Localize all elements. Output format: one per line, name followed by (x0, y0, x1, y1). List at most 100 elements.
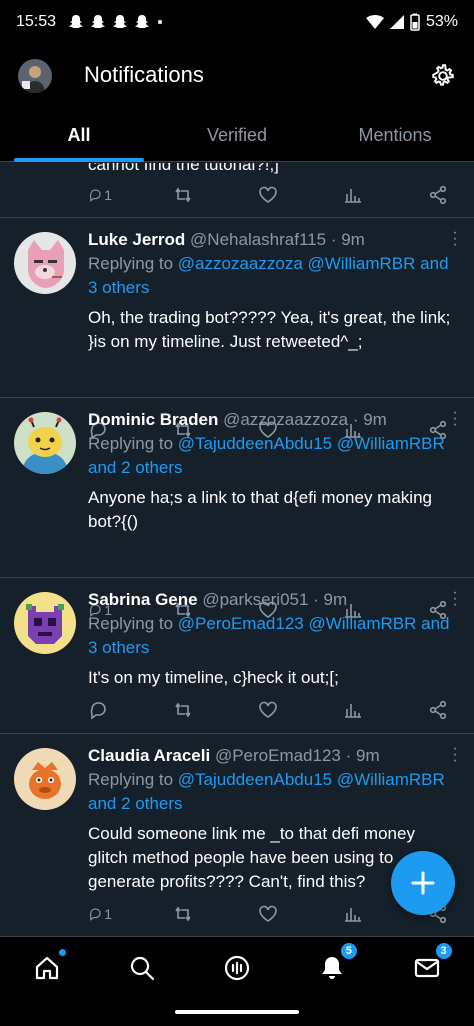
analytics-icon (345, 189, 361, 203)
mention-links[interactable]: @azzozaazzoza @WilliamRBR (178, 254, 416, 273)
tab-verified[interactable]: Verified (158, 110, 316, 161)
author-handle[interactable]: @PeroEmad123 (215, 746, 341, 765)
share-icon (429, 185, 447, 205)
tab-bar: All Verified Mentions (0, 110, 474, 162)
tweet-content: Luke Jerrod @Nehalashraf115 · 9m Replyin… (88, 230, 458, 354)
compose-button[interactable] (391, 851, 455, 915)
author-name[interactable]: Dominic Braden (88, 410, 218, 429)
home-icon (36, 956, 59, 979)
battery-icon (410, 13, 420, 31)
share-button[interactable] (428, 700, 452, 720)
avatar[interactable] (14, 232, 76, 294)
snapchat-icon (113, 15, 128, 28)
tweet-actions: 1 (88, 902, 452, 926)
views-button[interactable] (343, 904, 367, 924)
share-button[interactable] (428, 185, 452, 205)
reply-button[interactable] (88, 700, 112, 720)
tweet[interactable]: · · · Dominic Braden @azzozaazzoza · 9m Re… (0, 398, 474, 620)
tweet-time: · 9m (345, 746, 380, 765)
status-right: 53% (365, 13, 458, 31)
like-button[interactable] (258, 185, 282, 205)
mention-links[interactable]: @TajuddeenAbdu15 @WilliamRBR (178, 770, 445, 789)
replying-to-label: Replying to (88, 770, 174, 789)
spaces-icon (224, 955, 250, 980)
like-button[interactable] (258, 904, 282, 924)
avatar[interactable] (14, 412, 76, 474)
replying-to: Replying to @TajuddeenAbdu15 @WilliamRBR… (88, 432, 458, 480)
gear-icon[interactable] (430, 63, 456, 89)
retweet-icon (175, 702, 191, 718)
analytics-icon (345, 704, 361, 718)
nav-spaces[interactable] (222, 953, 252, 983)
reply-button[interactable]: 1 (88, 904, 112, 924)
tweet-text: Oh, the trading bot????? Yea, it's great… (88, 308, 451, 351)
tweet-partial[interactable]: cannot find the tutorial?!;] 1 (0, 163, 474, 218)
nav-home[interactable] (32, 948, 67, 983)
app-bar: Notifications (0, 44, 474, 110)
retweet-button[interactable] (173, 700, 197, 720)
tweet-header: Claudia Araceli @PeroEmad123 · 9m (88, 746, 458, 766)
analytics-icon (345, 908, 361, 922)
snapchat-icon (69, 15, 84, 28)
reply-icon (89, 908, 101, 921)
replying-to: Replying to @azzozaazzoza @WilliamRBR an… (88, 252, 458, 300)
replying-to: Replying to @PeroEmad123 @WilliamRBR and… (88, 612, 458, 660)
avatar[interactable] (14, 748, 76, 810)
replying-to-label: Replying to (88, 434, 174, 453)
author-name[interactable]: Sabrina Gene (88, 590, 198, 609)
reply-button[interactable]: 1 (88, 185, 112, 205)
notification-icons (68, 14, 164, 30)
tweet-actions: 1 (88, 183, 452, 207)
replying-to-label: Replying to (88, 254, 174, 273)
profile-avatar[interactable] (18, 59, 52, 93)
bell-icon (321, 956, 342, 979)
retweet-button[interactable] (173, 185, 197, 205)
search-icon (131, 956, 155, 980)
views-button[interactable] (343, 185, 367, 205)
tweet-text: It's on my timeline, c}heck it out;[; (88, 668, 339, 687)
author-handle[interactable]: @parkseri051 (202, 590, 308, 609)
avatar[interactable] (14, 592, 76, 654)
tweet-time: · 9m (352, 410, 387, 429)
tab-all[interactable]: All (0, 110, 158, 162)
author-name[interactable]: Luke Jerrod (88, 230, 185, 249)
retweet-icon (175, 187, 191, 203)
mention-links[interactable]: @PeroEmad123 @WilliamRBR (178, 614, 417, 633)
retweet-button[interactable] (173, 904, 197, 924)
tweet-text: cannot find the tutorial?!;] (88, 163, 279, 174)
retweet-icon (175, 906, 191, 922)
heart-icon (259, 905, 277, 922)
mail-icon (414, 958, 439, 977)
status-time: 15:53 (16, 13, 57, 30)
reply-count: 1 (104, 187, 112, 203)
author-handle[interactable]: @azzozaazzoza (223, 410, 348, 429)
others-link[interactable]: and 2 others (88, 794, 183, 813)
like-button[interactable] (258, 700, 282, 720)
signal-icon (389, 15, 404, 29)
tweet[interactable]: · · · Sabrina Gene @parkseri051 · 9m Reply… (0, 578, 474, 734)
author-handle[interactable]: @Nehalashraf115 (190, 230, 326, 249)
views-button[interactable] (343, 700, 367, 720)
home-gesture-bar[interactable] (175, 1010, 299, 1014)
tweet-content: Dominic Braden @azzozaazzoza · 9m Replyi… (88, 410, 458, 534)
page-title: Notifications (84, 62, 204, 87)
nav-search[interactable] (127, 953, 157, 983)
author-name[interactable]: Claudia Araceli (88, 746, 210, 765)
nav-messages[interactable]: 3 (412, 942, 452, 983)
bottom-nav: 5 3 (0, 936, 474, 998)
heart-icon (259, 701, 277, 718)
notifications-badge: 5 (340, 942, 357, 959)
tweet-header: Luke Jerrod @Nehalashraf115 · 9m (88, 230, 458, 250)
tweet[interactable]: · · · Luke Jerrod @Nehalashraf115 · 9m Rep… (0, 218, 474, 440)
tab-mentions[interactable]: Mentions (316, 110, 474, 161)
mention-links[interactable]: @TajuddeenAbdu15 @WilliamRBR (178, 434, 445, 453)
messages-badge: 3 (435, 942, 452, 959)
tweet-time: · 9m (330, 230, 365, 249)
tweet-header: Dominic Braden @azzozaazzoza · 9m (88, 410, 458, 430)
reply-count: 1 (104, 906, 112, 922)
tweet-text: Anyone ha;s a link to that d{efi money m… (88, 488, 432, 531)
wifi-icon (365, 15, 384, 29)
nav-notifications[interactable]: 5 (317, 942, 357, 983)
others-link[interactable]: and 2 others (88, 458, 183, 477)
dot-icon (158, 20, 163, 24)
